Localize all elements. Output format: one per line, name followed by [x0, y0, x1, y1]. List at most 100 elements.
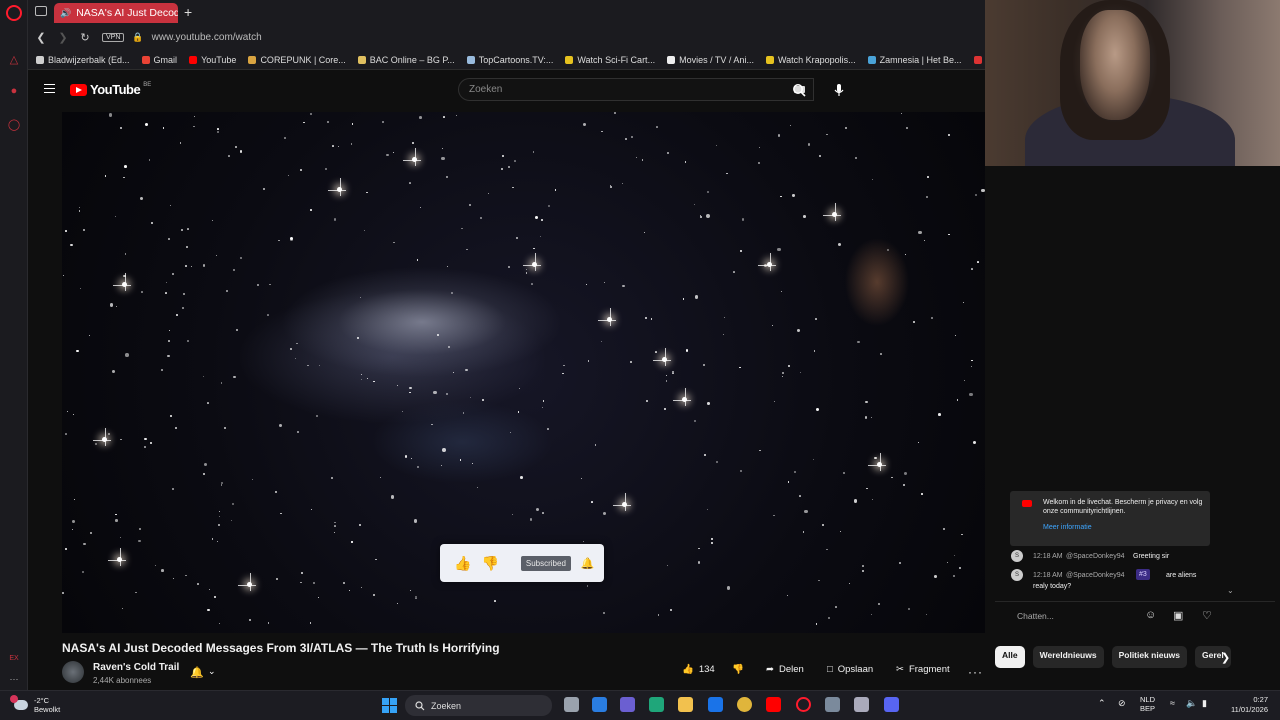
url-field[interactable]: www.youtube.com/watch	[152, 32, 262, 43]
teams-icon[interactable]	[620, 697, 635, 712]
back-icon[interactable]: ❮	[32, 31, 50, 44]
windows-start-icon[interactable]	[382, 698, 397, 713]
chat-user[interactable]: @SpaceDonkey94	[1066, 551, 1124, 562]
edge-icon[interactable]	[649, 697, 664, 712]
star	[710, 541, 713, 544]
forward-icon[interactable]: ❯	[54, 31, 72, 44]
like-button[interactable]: 👍 134	[682, 664, 715, 675]
star	[211, 220, 214, 222]
tray-expand-icon[interactable]: ⌃	[1098, 699, 1106, 708]
chat-avatar[interactable]: S	[1011, 569, 1023, 581]
clip-button[interactable]: ✂ Fragment	[896, 664, 950, 675]
volume-icon[interactable]: 🔈	[1186, 699, 1197, 708]
star	[512, 187, 514, 189]
channel-avatar[interactable]	[62, 661, 84, 683]
star	[446, 176, 448, 178]
chip-world-news[interactable]: Wereldnieuws	[1032, 646, 1104, 668]
chevron-down-icon[interactable]: ⌄	[1227, 586, 1234, 595]
settings-gear-icon[interactable]	[854, 697, 869, 712]
history-icon[interactable]: ◯	[7, 117, 21, 131]
bookmark-item[interactable]: EM	[973, 55, 985, 65]
bookmark-item[interactable]: Watch Krapopolis...	[765, 55, 856, 65]
sidebar-ext-label[interactable]: EX	[7, 651, 21, 665]
bookmark-item[interactable]: COREPUNK | Core...	[248, 55, 346, 65]
taskbar-search[interactable]: Zoeken	[405, 695, 552, 716]
bright-star	[613, 493, 631, 511]
calculator-icon[interactable]	[825, 697, 840, 712]
bookmark-item[interactable]: YouTube	[189, 55, 236, 65]
youtube-sidebar-icon[interactable]: ●	[7, 84, 21, 98]
battery-icon[interactable]: ▮	[1202, 699, 1207, 708]
bookmark-item[interactable]: Movies / TV / Ani...	[667, 55, 754, 65]
bookmark-item[interactable]: Bladwijzerbalk (Ed...	[36, 55, 130, 65]
star	[409, 386, 412, 390]
opera-app-icon[interactable]	[796, 697, 811, 712]
chat-text: are aliens	[1166, 572, 1197, 579]
discord-icon[interactable]	[884, 697, 899, 712]
star	[334, 524, 337, 527]
star	[601, 130, 603, 133]
weather-widget[interactable]: -2°C Bewolkt	[10, 695, 60, 714]
bright-star	[653, 348, 671, 366]
store-icon[interactable]	[592, 697, 607, 712]
chat-text-line2: realy today?	[1033, 583, 1072, 590]
tab-active[interactable]: 🔊 NASA's AI Just Decoded	[54, 3, 178, 23]
star	[236, 329, 239, 332]
chat-notice-link[interactable]: Meer informatie	[1043, 524, 1092, 531]
star	[580, 477, 582, 479]
search-icon	[793, 83, 806, 97]
outlook-icon[interactable]	[708, 697, 723, 712]
youtube-logo[interactable]: YouTube BE	[70, 82, 151, 97]
live-chat-panel: Welkom in de livechat. Bescherm je priva…	[985, 166, 1280, 690]
wifi-icon[interactable]: ≈	[1170, 699, 1175, 708]
chevron-down-icon[interactable]: ⌄	[208, 666, 216, 677]
star	[359, 297, 361, 299]
youtube-app-icon[interactable]	[766, 697, 781, 712]
share-button[interactable]: ➦ Delen	[766, 664, 804, 675]
sidebar-more-icon[interactable]: ⋯	[7, 672, 21, 686]
chrome-icon[interactable]	[737, 697, 752, 712]
star	[317, 596, 319, 598]
star	[175, 314, 178, 316]
chevron-right-icon[interactable]: ❯	[1221, 651, 1230, 664]
emoji-icon[interactable]: ☺	[1145, 609, 1156, 621]
lock-icon[interactable]: 🔒	[132, 32, 143, 43]
bookmark-item[interactable]: Gmail	[141, 55, 177, 65]
voice-search-button[interactable]	[829, 80, 849, 100]
notification-bell-icon[interactable]: 🔔	[190, 666, 204, 679]
vpn-badge[interactable]: VPN	[102, 33, 125, 42]
flow-icon[interactable]: △	[7, 52, 21, 66]
channel-name[interactable]: Raven's Cold Trail	[93, 662, 179, 673]
search-button[interactable]	[785, 78, 813, 101]
star	[591, 501, 594, 504]
search-input[interactable]: Zoeken	[458, 78, 814, 101]
save-button[interactable]: □ Opslaan	[827, 664, 873, 675]
chat-user[interactable]: @SpaceDonkey94	[1066, 570, 1124, 581]
star	[803, 214, 807, 218]
bookmark-item[interactable]: TopCartoons.TV:...	[466, 55, 553, 65]
chat-input[interactable]: Chatten...	[1017, 611, 1054, 621]
speaker-icon[interactable]: 🔊	[60, 8, 71, 19]
language-indicator[interactable]: NLD BEP	[1140, 695, 1155, 713]
opera-logo-icon[interactable]	[6, 5, 22, 21]
chip-all[interactable]: Alle	[995, 646, 1025, 668]
bookmark-favicon-icon	[867, 55, 876, 64]
folder-icon[interactable]	[678, 697, 693, 712]
menu-icon[interactable]	[44, 84, 55, 93]
system-clock[interactable]: 0:27 11/01/2026	[1224, 695, 1268, 715]
chip-politics[interactable]: Politiek nieuws	[1111, 646, 1187, 668]
more-actions-icon[interactable]: ···	[968, 665, 983, 679]
file-explorer-icon[interactable]	[564, 697, 579, 712]
tab-menu-icon[interactable]	[35, 6, 47, 16]
heart-icon[interactable]: ♡	[1202, 609, 1212, 622]
chat-avatar[interactable]: S	[1011, 550, 1023, 562]
bookmark-item[interactable]: Watch Sci-Fi Cart...	[565, 55, 655, 65]
dislike-button[interactable]: 👎	[732, 664, 744, 675]
tray-network-off-icon[interactable]: ⊘	[1118, 699, 1126, 708]
bookmark-item[interactable]: BAC Online – BG P...	[357, 55, 455, 65]
bookmark-item[interactable]: Zamnesia | Het Be...	[867, 55, 962, 65]
new-tab-button[interactable]: +	[184, 4, 192, 20]
star	[971, 366, 973, 368]
super-chat-icon[interactable]: ▣	[1173, 609, 1183, 622]
reload-icon[interactable]: ↻	[76, 31, 94, 44]
